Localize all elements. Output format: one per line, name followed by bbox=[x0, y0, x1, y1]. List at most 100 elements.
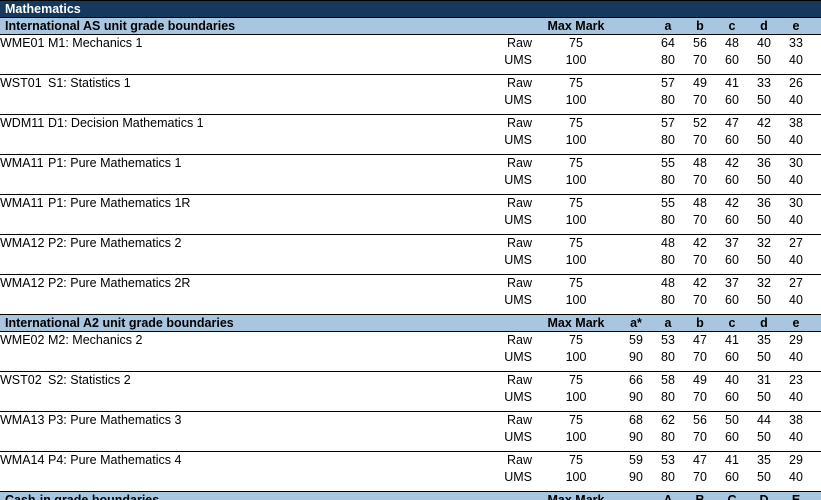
column-header-max-mark: Max Mark bbox=[532, 314, 620, 332]
column-header-grade-d: d bbox=[748, 17, 780, 35]
grade-spacer bbox=[620, 292, 652, 309]
grade-value: 0 bbox=[812, 92, 821, 109]
unit-code-blank bbox=[0, 132, 48, 149]
grade-spacer bbox=[620, 74, 652, 92]
grade-value: 0 bbox=[812, 212, 821, 229]
grade-value: 60 bbox=[716, 349, 748, 366]
grade-value: 0 bbox=[812, 234, 821, 252]
unit-code-blank bbox=[0, 349, 48, 366]
max-mark-value: 100 bbox=[532, 252, 620, 269]
column-header-max-mark: Max Mark bbox=[532, 491, 620, 500]
grade-value: 57 bbox=[652, 114, 684, 132]
grade-value: 32 bbox=[748, 274, 780, 292]
row-type-ums: UMS bbox=[490, 132, 532, 149]
grade-value: 60 bbox=[716, 389, 748, 406]
max-mark-value: 100 bbox=[532, 92, 620, 109]
table-row: UMS1009080706050400 bbox=[0, 349, 821, 366]
grade-value: 80 bbox=[652, 92, 684, 109]
grade-value: 50 bbox=[748, 292, 780, 309]
grade-value: 80 bbox=[652, 389, 684, 406]
row-type-raw: Raw bbox=[490, 34, 532, 52]
table-row: WMA11 P1: Pure Mathematics 1R Raw 75 55 48 42 3… bbox=[0, 194, 821, 212]
grade-value: 0 bbox=[812, 74, 821, 92]
max-mark-value: 75 bbox=[532, 411, 620, 429]
grade-value: 48 bbox=[684, 194, 716, 212]
table-row: WST02S2: Statistics 2Raw756658494031230 bbox=[0, 371, 821, 389]
grade-value: 50 bbox=[748, 172, 780, 189]
grade-value: 57 bbox=[652, 74, 684, 92]
unit-name-blank bbox=[48, 292, 490, 309]
table-row: UMS100 80706050400 bbox=[0, 132, 821, 149]
unit-code-blank bbox=[0, 429, 48, 446]
grade-value: 80 bbox=[652, 292, 684, 309]
grade-boundaries-table: Mathematics International AS unit grade b… bbox=[0, 0, 821, 500]
grade-spacer bbox=[620, 114, 652, 132]
grade-value: 35 bbox=[748, 331, 780, 349]
unit-code-blank bbox=[0, 389, 48, 406]
grade-value: 33 bbox=[780, 34, 812, 52]
table-row: UMS100 80706050400 bbox=[0, 52, 821, 69]
section-header-cash-in: Cash-in grade boundariesMax Mark ABCDEU bbox=[0, 491, 821, 500]
column-header-grade-E: E bbox=[780, 491, 812, 500]
grade-value: 0 bbox=[812, 34, 821, 52]
grade-value: 40 bbox=[748, 34, 780, 52]
grade-value: 40 bbox=[780, 389, 812, 406]
grade-value: 44 bbox=[748, 411, 780, 429]
row-type-ums: UMS bbox=[490, 292, 532, 309]
grade-value: 49 bbox=[684, 74, 716, 92]
grade-value: 33 bbox=[748, 74, 780, 92]
grade-value: 48 bbox=[652, 274, 684, 292]
grade-spacer bbox=[620, 17, 652, 35]
grade-value: 70 bbox=[684, 292, 716, 309]
grade-value: 59 bbox=[620, 331, 652, 349]
max-mark-value: 75 bbox=[532, 331, 620, 349]
grade-value: 35 bbox=[748, 451, 780, 469]
grade-value: 0 bbox=[812, 172, 821, 189]
grade-spacer bbox=[620, 172, 652, 189]
grade-value: 50 bbox=[748, 92, 780, 109]
grade-value: 42 bbox=[716, 154, 748, 172]
grade-value: 60 bbox=[716, 292, 748, 309]
grade-value: 0 bbox=[812, 469, 821, 486]
table-row: WME01M1: Mechanics 1Raw75 64564840330 bbox=[0, 34, 821, 52]
grade-value: 40 bbox=[780, 52, 812, 69]
unit-name: P1: Pure Mathematics 1 bbox=[48, 154, 490, 172]
unit-name: S1: Statistics 1 bbox=[48, 74, 490, 92]
table-row: WST01S1: Statistics 1Raw75 57494133260 bbox=[0, 74, 821, 92]
grade-value: 26 bbox=[780, 74, 812, 92]
table-row: UMS100 80706050400 bbox=[0, 292, 821, 309]
unit-code: WST01 bbox=[0, 74, 48, 92]
grade-spacer bbox=[620, 491, 652, 500]
grade-spacer bbox=[620, 132, 652, 149]
grade-value: 32 bbox=[748, 234, 780, 252]
grade-value: 47 bbox=[684, 331, 716, 349]
max-mark-value: 75 bbox=[532, 371, 620, 389]
grade-spacer bbox=[620, 194, 652, 212]
grade-value: 29 bbox=[780, 451, 812, 469]
grade-value: 40 bbox=[780, 172, 812, 189]
row-type-raw: Raw bbox=[490, 74, 532, 92]
grade-value: 49 bbox=[684, 371, 716, 389]
grade-value: 27 bbox=[780, 234, 812, 252]
unit-name-blank bbox=[48, 349, 490, 366]
unit-code-blank bbox=[0, 52, 48, 69]
max-mark-value: 75 bbox=[532, 34, 620, 52]
row-type-raw: Raw bbox=[490, 194, 532, 212]
grade-value: 52 bbox=[684, 114, 716, 132]
column-header-grade-b: b bbox=[684, 314, 716, 332]
unit-name: M2: Mechanics 2 bbox=[48, 331, 490, 349]
grade-value: 50 bbox=[748, 252, 780, 269]
unit-code-blank bbox=[0, 92, 48, 109]
grade-value: 38 bbox=[780, 114, 812, 132]
max-mark-value: 75 bbox=[532, 194, 620, 212]
grade-value: 0 bbox=[812, 411, 821, 429]
unit-code: WMA11 bbox=[0, 154, 48, 172]
grade-value: 42 bbox=[684, 274, 716, 292]
grade-value: 42 bbox=[716, 194, 748, 212]
grade-value: 48 bbox=[716, 34, 748, 52]
column-header-grade-a: a bbox=[652, 17, 684, 35]
grade-value: 30 bbox=[780, 194, 812, 212]
grade-value: 60 bbox=[716, 132, 748, 149]
row-type-ums: UMS bbox=[490, 389, 532, 406]
unit-name-blank bbox=[48, 92, 490, 109]
